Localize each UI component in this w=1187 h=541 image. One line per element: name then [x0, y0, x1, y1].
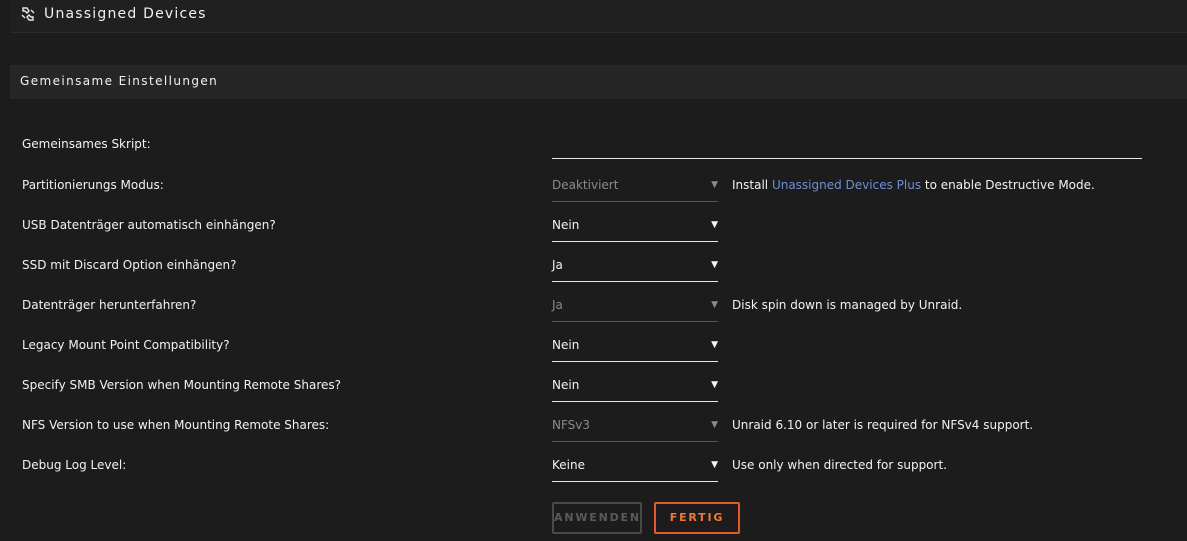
partition-mode-select[interactable]: Deaktiviert ▼ [552, 178, 718, 202]
setting-label: Legacy Mount Point Compatibility? [22, 338, 230, 352]
setting-row-usb-automount: USB Datenträger automatisch einhängen? N… [0, 218, 1187, 258]
smb-version-select[interactable]: Nein ▼ [552, 378, 718, 402]
done-button[interactable]: FERTIG [654, 502, 740, 534]
ssd-discard-select[interactable]: Ja ▼ [552, 258, 718, 282]
select-value: Nein [552, 338, 580, 352]
setting-note: Install Unassigned Devices Plus to enabl… [732, 178, 1095, 192]
legacy-mount-select[interactable]: Nein ▼ [552, 338, 718, 362]
setting-row-spin-down: Datenträger herunterfahren? Ja ▼ Disk sp… [0, 298, 1187, 338]
setting-label: Specify SMB Version when Mounting Remote… [22, 378, 342, 392]
setting-label: Gemeinsames Skript: [22, 137, 151, 151]
setting-label: Partitionierungs Modus: [22, 178, 164, 192]
setting-note: Disk spin down is managed by Unraid. [732, 298, 963, 312]
select-value: NFSv3 [552, 418, 591, 432]
note-suffix: to enable Destructive Mode. [921, 178, 1095, 192]
select-value: Ja [552, 298, 563, 312]
chevron-down-icon: ▼ [711, 300, 718, 310]
chevron-down-icon: ▼ [711, 340, 718, 350]
setting-row-nfs-version: NFS Version to use when Mounting Remote … [0, 418, 1187, 458]
setting-row-debug-log: Debug Log Level: Keine ▼ Use only when d… [0, 458, 1187, 498]
setting-label: NFS Version to use when Mounting Remote … [22, 418, 330, 432]
chevron-down-icon: ▼ [711, 420, 718, 430]
page-title: Unassigned Devices [44, 6, 207, 22]
setting-label: Datenträger herunterfahren? [22, 298, 197, 312]
select-value: Nein [552, 218, 580, 232]
usb-automount-select[interactable]: Nein ▼ [552, 218, 718, 242]
unassigned-devices-plus-link[interactable]: Unassigned Devices Plus [772, 178, 921, 192]
note-prefix: Install [732, 178, 772, 192]
setting-label: USB Datenträger automatisch einhängen? [22, 218, 276, 232]
setting-row-legacy-mount: Legacy Mount Point Compatibility? Nein ▼ [0, 338, 1187, 378]
select-value: Ja [552, 258, 563, 272]
chevron-down-icon: ▼ [711, 180, 718, 190]
chevron-down-icon: ▼ [711, 380, 718, 390]
chain-link-icon [21, 7, 35, 21]
nfs-version-select[interactable]: NFSv3 ▼ [552, 418, 718, 442]
setting-row-smb-version: Specify SMB Version when Mounting Remote… [0, 378, 1187, 418]
section-title: Gemeinsame Einstellungen [20, 74, 219, 88]
select-value: Deaktiviert [552, 178, 619, 192]
setting-label: Debug Log Level: [22, 458, 127, 472]
chevron-down-icon: ▼ [711, 460, 718, 470]
setting-note: Use only when directed for support. [732, 458, 947, 472]
setting-row-ssd-discard: SSD mit Discard Option einhängen? Ja ▼ [0, 258, 1187, 298]
apply-button[interactable]: ANWENDEN [552, 502, 642, 534]
select-value: Keine [552, 458, 585, 472]
setting-row-partition-mode: Partitionierungs Modus: Deaktiviert ▼ In… [0, 178, 1187, 218]
common-script-input[interactable] [552, 143, 1142, 159]
chevron-down-icon: ▼ [711, 220, 718, 230]
setting-note: Unraid 6.10 or later is required for NFS… [732, 418, 1034, 432]
chevron-down-icon: ▼ [711, 260, 718, 270]
spin-down-select[interactable]: Ja ▼ [552, 298, 718, 322]
setting-label: SSD mit Discard Option einhängen? [22, 258, 237, 272]
debug-log-select[interactable]: Keine ▼ [552, 458, 718, 482]
select-value: Nein [552, 378, 580, 392]
